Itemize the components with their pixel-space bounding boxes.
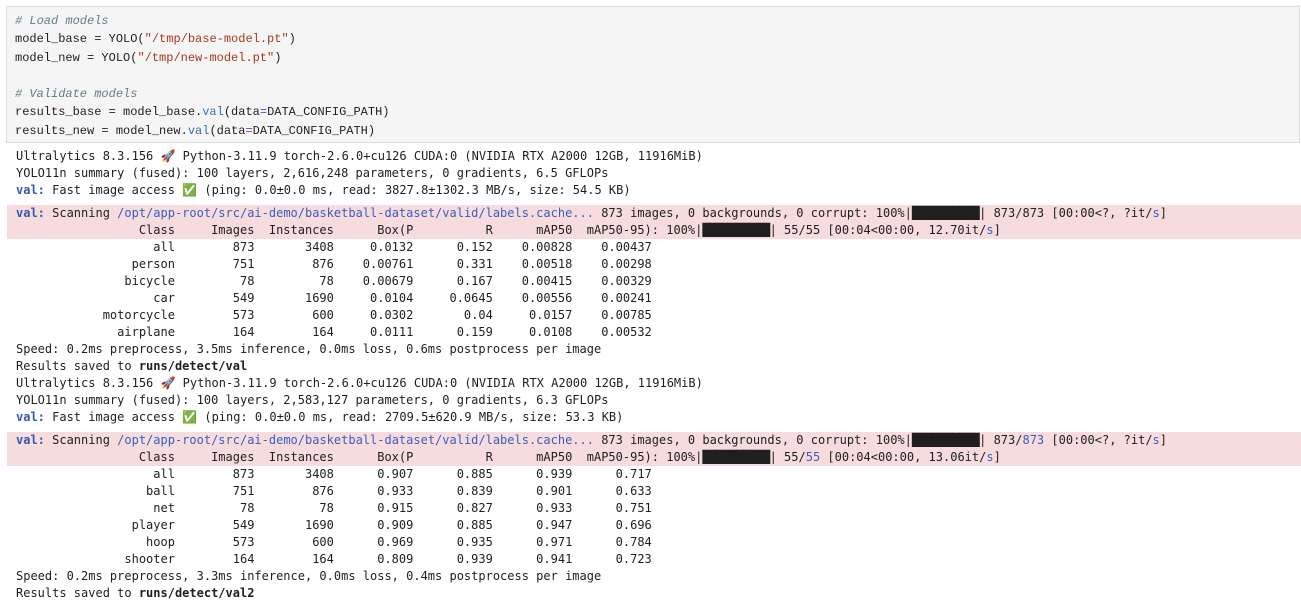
- cell-output: Ultralytics 8.3.156 🚀 Python-3.11.9 torc…: [7, 148, 1301, 602]
- results-saved-line: Results saved to runs/detect/val2: [16, 586, 255, 600]
- labels-cache-link[interactable]: /opt/app-root/src/ai-demo/basketball-dat…: [117, 206, 594, 220]
- metrics-row-car: car 549 1690 0.0104 0.0645 0.00556 0.002…: [16, 291, 652, 305]
- metrics-row-hoop: hoop 573 600 0.969 0.935 0.971 0.784: [16, 535, 652, 549]
- val-label: val:: [16, 410, 45, 424]
- val-label: val:: [16, 206, 45, 220]
- results-saved-line: Results saved to runs/detect/val: [16, 359, 248, 373]
- scanning-line: val: Scanning /opt/app-root/src/ai-demo/…: [7, 432, 1301, 449]
- metrics-row-all: all 873 3408 0.0132 0.152 0.00828 0.0043…: [16, 240, 652, 254]
- labels-cache-link[interactable]: /opt/app-root/src/ai-demo/basketball-dat…: [117, 433, 594, 447]
- code-comment-load: # Load models: [15, 14, 109, 28]
- metrics-row-shooter: shooter 164 164 0.809 0.939 0.941 0.723: [16, 552, 652, 566]
- ultralytics-header: Ultralytics 8.3.156 🚀 Python-3.11.9 torc…: [16, 149, 703, 163]
- unit-link[interactable]: s: [986, 223, 993, 237]
- code-cell[interactable]: # Load models model_base = YOLO("/tmp/bas…: [6, 6, 1300, 143]
- progress-bar: ██████████: [702, 450, 770, 464]
- code-line-results-base: results_base = model_base.val(data=DATA_…: [15, 105, 390, 120]
- val-label: val:: [16, 183, 45, 197]
- metrics-header-line: Class Images Instances Box(P R mAP50 mAP…: [7, 222, 1301, 239]
- fast-image-access-line: val: Fast image access ✅ (ping: 0.0±0.0 …: [16, 183, 631, 197]
- results-path: runs/detect/val: [138, 359, 248, 373]
- code-editor[interactable]: # Load models model_base = YOLO("/tmp/bas…: [15, 12, 389, 140]
- code-comment-validate: # Validate models: [15, 87, 138, 102]
- progress-bar: ██████████: [911, 433, 980, 447]
- fast-image-access-line: val: Fast image access ✅ (ping: 0.0±0.0 …: [16, 410, 624, 424]
- progress-bar: ██████████: [702, 223, 770, 237]
- model-summary: YOLO11n summary (fused): 100 layers, 2,5…: [16, 393, 609, 407]
- unit-link[interactable]: s: [1153, 206, 1160, 220]
- progress-bar: ██████████: [911, 206, 980, 220]
- val-label: val:: [16, 433, 45, 447]
- metrics-row-airplane: airplane 164 164 0.0111 0.159 0.0108 0.0…: [16, 325, 652, 339]
- metrics-row-motorcycle: motorcycle 573 600 0.0302 0.04 0.0157 0.…: [16, 308, 652, 322]
- count-link[interactable]: 873: [1022, 433, 1044, 447]
- speed-line: Speed: 0.2ms preprocess, 3.5ms inference…: [16, 342, 602, 356]
- code-line-results-new: results_new = model_new.val(data=DATA_CO…: [15, 123, 376, 138]
- scanning-line: val: Scanning /opt/app-root/src/ai-demo/…: [7, 205, 1301, 222]
- code-line-model-base: model_base = YOLO("/tmp/base-model.pt"): [15, 32, 296, 47]
- metrics-row-player: player 549 1690 0.909 0.885 0.947 0.696: [16, 518, 652, 532]
- results-path: runs/detect/val2: [138, 586, 255, 600]
- metrics-row-ball: ball 751 876 0.933 0.839 0.901 0.633: [16, 484, 652, 498]
- metrics-header-line: Class Images Instances Box(P R mAP50 mAP…: [7, 449, 1301, 466]
- metrics-row-bicycle: bicycle 78 78 0.00679 0.167 0.00415 0.00…: [16, 274, 652, 288]
- metrics-row-net: net 78 78 0.915 0.827 0.933 0.751: [16, 501, 652, 515]
- speed-line: Speed: 0.2ms preprocess, 3.3ms inference…: [16, 569, 602, 583]
- ultralytics-header: Ultralytics 8.3.156 🚀 Python-3.11.9 torc…: [16, 376, 703, 390]
- count-link[interactable]: 55: [806, 450, 820, 464]
- unit-link[interactable]: s: [986, 450, 993, 464]
- unit-link[interactable]: s: [1153, 433, 1160, 447]
- metrics-row-person: person 751 876 0.00761 0.331 0.00518 0.0…: [16, 257, 652, 271]
- code-line-model-new: model_new = YOLO("/tmp/new-model.pt"): [15, 50, 282, 65]
- metrics-row-all: all 873 3408 0.907 0.885 0.939 0.717: [16, 467, 652, 481]
- model-summary: YOLO11n summary (fused): 100 layers, 2,6…: [16, 166, 609, 180]
